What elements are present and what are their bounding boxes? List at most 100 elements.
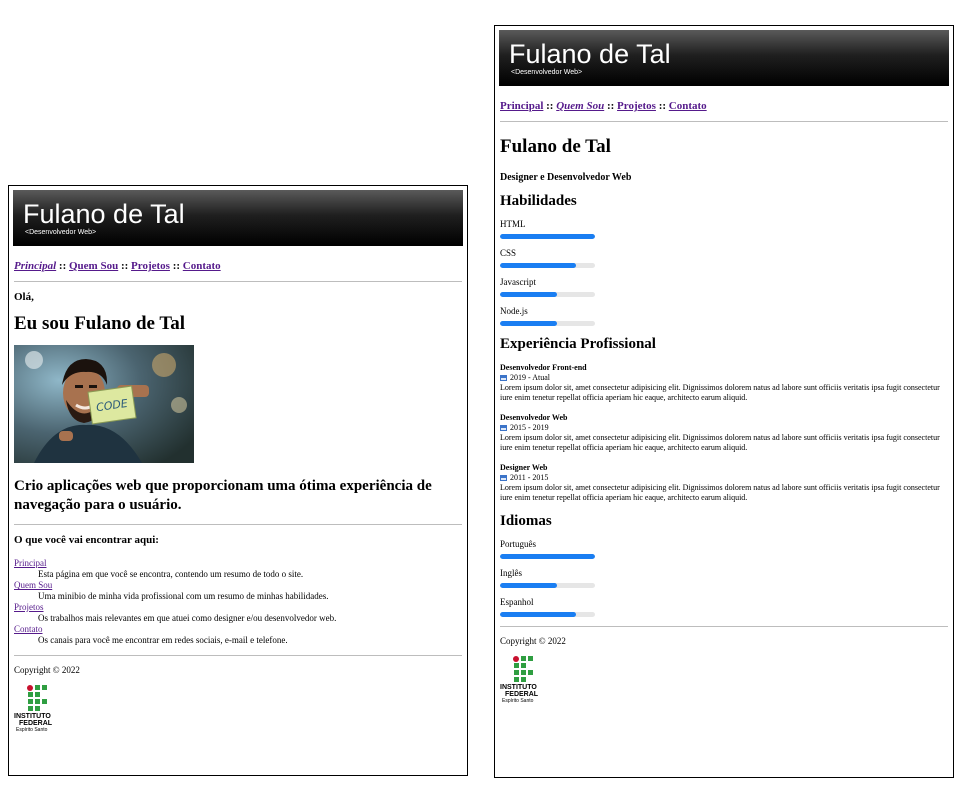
logo-text-instituto: INSTITUTO — [500, 684, 537, 691]
skill-bar — [500, 292, 595, 297]
language-item: Português — [500, 539, 948, 559]
skill-name: Node.js — [500, 306, 528, 316]
section-link-quem-sou[interactable]: Quem Sou — [14, 580, 52, 590]
job-entry: Desenvolvedor Front-end 2019 - Atual Lor… — [500, 363, 948, 403]
job-period-text: 2011 - 2015 — [510, 473, 549, 482]
divider — [500, 626, 948, 627]
section-term: Principal — [14, 558, 462, 569]
language-bar — [500, 583, 595, 588]
skill-item: HTML — [500, 219, 948, 239]
skill-item: Node.js — [500, 306, 948, 326]
nav-separator: :: — [658, 100, 667, 112]
divider — [14, 524, 462, 525]
nav-separator: :: — [546, 100, 554, 112]
site-header: Fulano de Tal <Desenvolvedor Web> — [13, 190, 463, 246]
language-name: Inglês — [500, 568, 522, 578]
skill-bar — [500, 234, 595, 239]
site-title: Fulano de Tal — [23, 199, 185, 229]
experience-heading: Experiência Profissional — [500, 336, 656, 352]
nav-separator: :: — [606, 100, 615, 112]
skills-heading: Habilidades — [500, 193, 577, 209]
intro-heading: Eu sou Fulano de Tal — [14, 313, 186, 334]
logo-text-campus: Espírito Santo — [16, 727, 48, 733]
language-bar-fill — [500, 554, 595, 559]
section-link-principal[interactable]: Principal — [14, 558, 47, 568]
skill-name: CSS — [500, 248, 517, 258]
skill-bar-fill — [500, 263, 576, 268]
languages-heading: Idiomas — [500, 513, 552, 529]
skill-name: HTML — [500, 219, 526, 229]
language-item: Espanhol — [500, 597, 948, 617]
section-link-contato[interactable]: Contato — [14, 624, 43, 634]
ifes-logo-icon — [513, 656, 533, 682]
divider — [14, 281, 462, 282]
section-description: Os canais para você me encontrar em rede… — [38, 635, 288, 645]
calendar-icon — [500, 375, 507, 381]
skill-item: Javascript — [500, 277, 948, 297]
copyright-text: Copyright © 2022 — [14, 665, 80, 675]
main-nav: Principal :: Quem Sou :: Projetos :: Con… — [9, 246, 467, 272]
site-header: Fulano de Tal <Desenvolvedor Web> — [499, 30, 949, 86]
section-term: Contato — [14, 624, 462, 635]
job-description: Lorem ipsum dolor sit, amet consectetur … — [500, 433, 940, 452]
job-description: Lorem ipsum dolor sit, amet consectetur … — [500, 383, 940, 402]
logo-text-campus: Espírito Santo — [502, 698, 534, 704]
nav-separator: :: — [172, 260, 181, 272]
job-title: Desenvolvedor Web — [500, 413, 568, 422]
nav-link-projetos[interactable]: Projetos — [617, 100, 656, 112]
main-nav: Principal :: Quem Sou :: Projetos :: Con… — [495, 86, 953, 112]
profile-photo-illustration: CODE — [14, 345, 194, 463]
section-term: Projetos — [14, 602, 462, 613]
section-description: Os trabalhos mais relevantes em que atue… — [38, 613, 337, 623]
section-term: Quem Sou — [14, 580, 462, 591]
section-description: Esta página em que você se encontra, con… — [38, 569, 304, 579]
copyright-text: Copyright © 2022 — [500, 636, 566, 646]
divider — [500, 121, 948, 122]
logo-text-federal: FEDERAL — [19, 720, 53, 727]
skill-bar-fill — [500, 234, 595, 239]
section-link-projetos[interactable]: Projetos — [14, 602, 44, 612]
skill-bar-fill — [500, 321, 557, 326]
skill-name: Javascript — [500, 277, 536, 287]
language-item: Inglês — [500, 568, 948, 588]
job-period-text: 2019 - Atual — [510, 373, 550, 382]
language-name: Espanhol — [500, 597, 534, 607]
language-bar-fill — [500, 583, 557, 588]
job-period-text: 2015 - 2019 — [510, 423, 549, 432]
nav-separator: :: — [120, 260, 129, 272]
nav-link-projetos[interactable]: Projetos — [131, 260, 170, 272]
skill-item: CSS — [500, 248, 948, 268]
sections-heading: O que você vai encontrar aqui: — [14, 534, 159, 546]
ifes-logo-icon — [27, 685, 47, 711]
nav-link-quem-sou[interactable]: Quem Sou — [556, 100, 604, 112]
language-bar-fill — [500, 612, 576, 617]
job-title: Desenvolvedor Front-end — [500, 363, 587, 372]
tagline: Crio aplicações web que proporcionam uma… — [14, 478, 432, 513]
job-period: 2015 - 2019 — [500, 423, 948, 433]
greeting-text: Olá, — [14, 291, 34, 303]
divider — [14, 655, 462, 656]
logo-text-federal: FEDERAL — [505, 691, 539, 698]
profile-role: Designer e Desenvolvedor Web — [500, 172, 632, 183]
language-bar — [500, 612, 595, 617]
nav-link-contato[interactable]: Contato — [669, 100, 707, 112]
site-subtitle: <Desenvolvedor Web> — [511, 69, 583, 76]
site-title: Fulano de Tal — [509, 39, 671, 69]
sections-list: Principal Esta página em que você se enc… — [14, 558, 462, 646]
section-description: Uma minibio de minha vida profissional c… — [38, 591, 329, 601]
nav-link-principal[interactable]: Principal — [14, 260, 56, 272]
job-period: 2019 - Atual — [500, 373, 948, 383]
nav-link-quem-sou[interactable]: Quem Sou — [69, 260, 118, 272]
nav-separator: :: — [58, 260, 67, 272]
skill-bar-fill — [500, 292, 557, 297]
about-page-window: Fulano de Tal <Desenvolvedor Web> Princi… — [494, 25, 954, 778]
job-title: Designer Web — [500, 463, 548, 472]
nav-link-contato[interactable]: Contato — [183, 260, 221, 272]
nav-link-principal[interactable]: Principal — [500, 100, 543, 112]
ifes-logo: INSTITUTO FEDERAL Espírito Santo — [500, 656, 560, 704]
logo-text-instituto: INSTITUTO — [14, 713, 51, 720]
site-subtitle: <Desenvolvedor Web> — [25, 229, 97, 236]
home-page-window: Fulano de Tal <Desenvolvedor Web> Princi… — [8, 185, 468, 776]
skill-bar — [500, 321, 595, 326]
ifes-logo: INSTITUTO FEDERAL Espírito Santo — [14, 685, 74, 733]
